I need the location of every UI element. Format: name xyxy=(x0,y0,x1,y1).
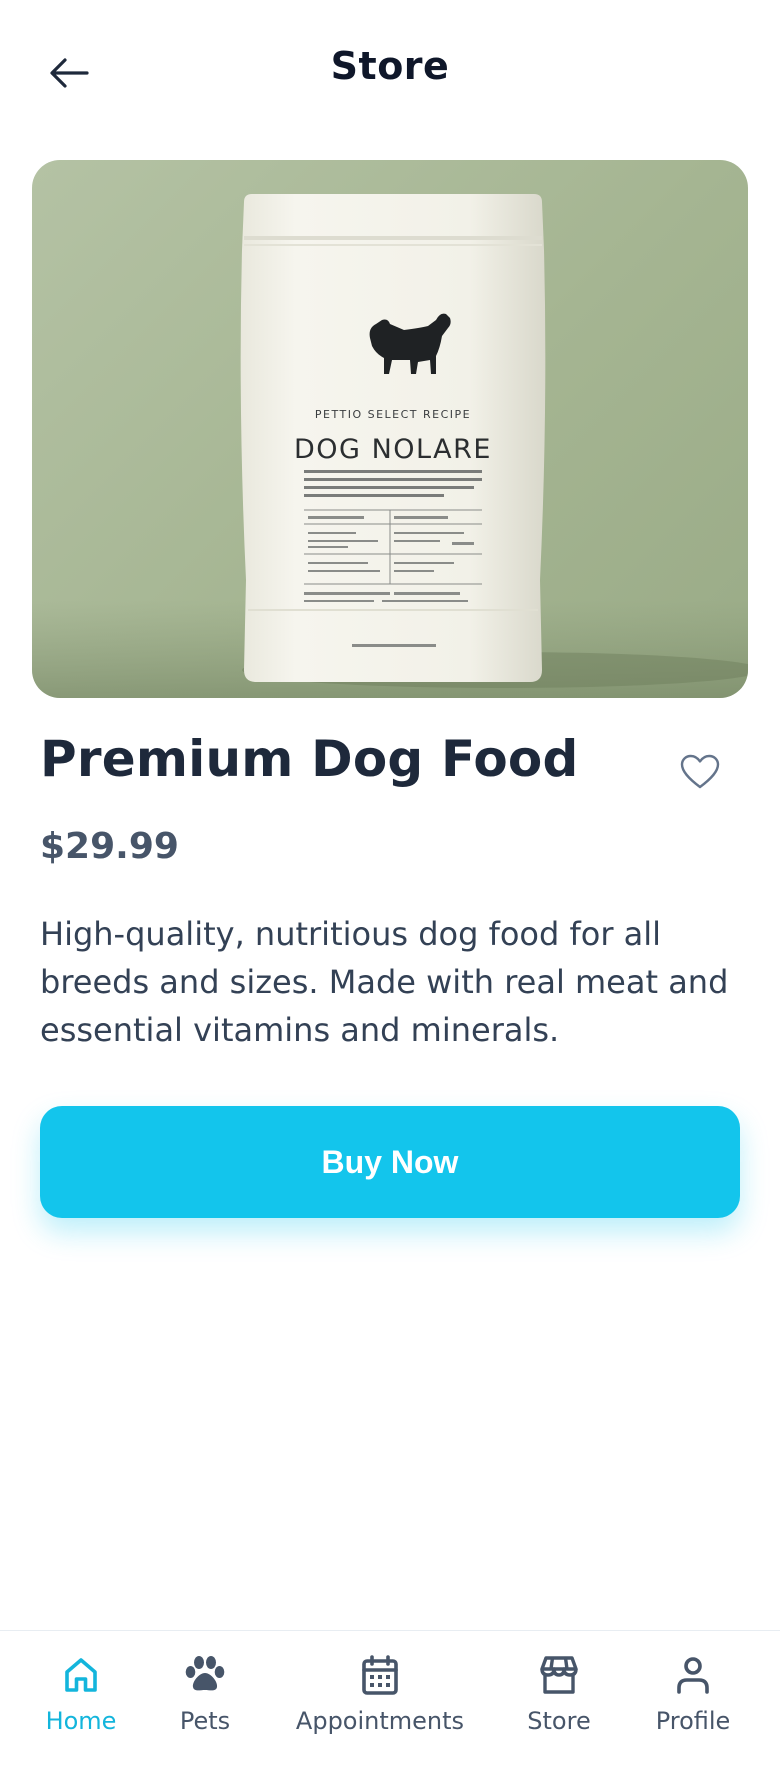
favorite-button[interactable] xyxy=(676,748,724,796)
package-brand-line: PETTIO SELECT RECIPE xyxy=(315,408,471,421)
product-price: $29.99 xyxy=(40,826,179,867)
nav-label-home: Home xyxy=(45,1707,117,1735)
nav-item-home[interactable]: Home xyxy=(40,1631,122,1769)
package-name: DOG NOLARE xyxy=(294,434,492,465)
bottom-nav: Home Pets Appointments Store Profile xyxy=(0,1630,780,1769)
nav-item-pets[interactable]: Pets xyxy=(170,1631,240,1769)
product-title: Premium Dog Food xyxy=(40,730,579,788)
heart-icon xyxy=(680,754,720,789)
store-icon xyxy=(537,1653,581,1697)
nav-item-store[interactable]: Store xyxy=(520,1631,598,1769)
nav-label-appointments: Appointments xyxy=(295,1707,465,1735)
nav-label-profile: Profile xyxy=(655,1707,731,1735)
nav-item-profile[interactable]: Profile xyxy=(650,1631,736,1769)
product-title-row: Premium Dog Food xyxy=(40,720,740,810)
nav-label-store: Store xyxy=(527,1707,591,1735)
product-image: PETTIO SELECT RECIPE DOG NOLARE xyxy=(32,160,748,698)
home-icon xyxy=(59,1653,103,1697)
buy-now-button[interactable]: Buy Now xyxy=(40,1106,740,1218)
header: Store xyxy=(0,0,780,140)
paw-icon xyxy=(183,1653,227,1697)
nav-item-appointments[interactable]: Appointments xyxy=(292,1631,468,1769)
nav-label-pets: Pets xyxy=(179,1707,231,1735)
page-title: Store xyxy=(330,44,450,88)
product-description: High-quality, nutritious dog food for al… xyxy=(40,915,729,1049)
user-icon xyxy=(671,1653,715,1697)
calendar-icon xyxy=(358,1653,402,1697)
